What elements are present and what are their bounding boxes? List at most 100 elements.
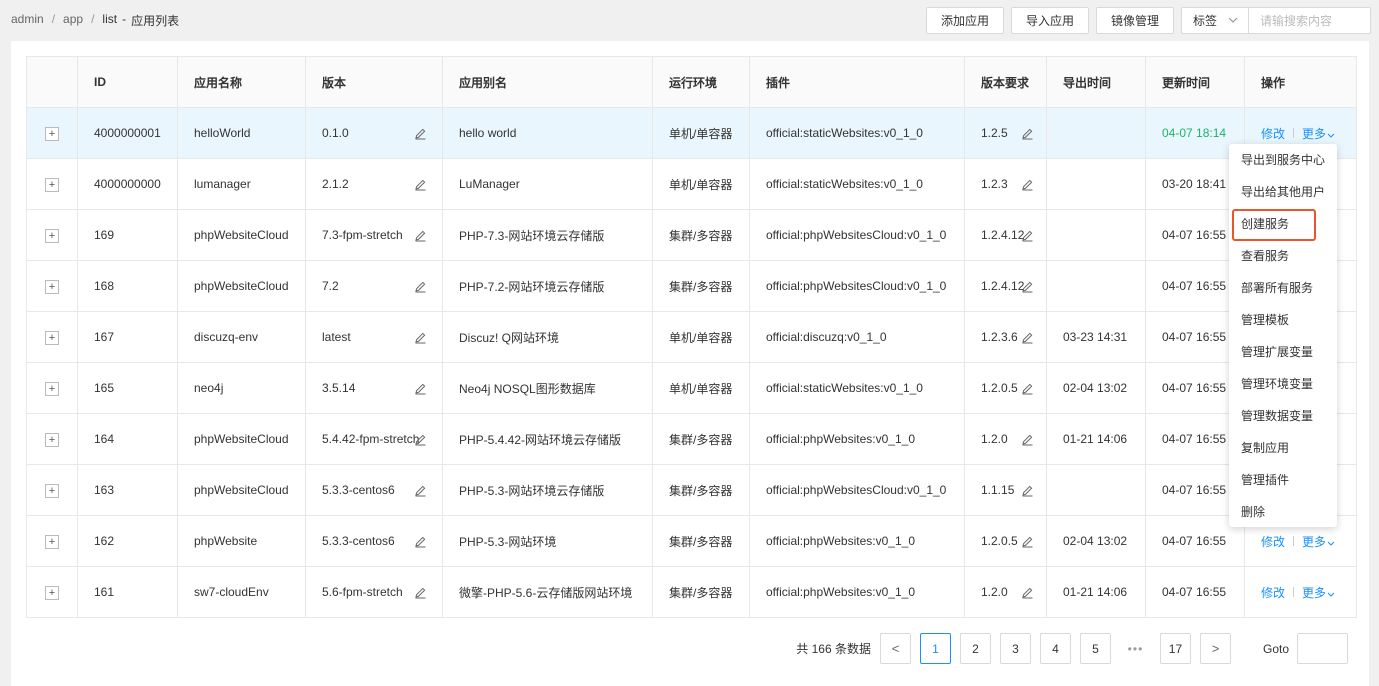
cell-app-name: sw7-cloudEnv: [177, 566, 306, 618]
version-text: 7.2: [322, 279, 339, 293]
more-menu-item[interactable]: 复制应用: [1229, 432, 1337, 464]
ops-divider: [1293, 587, 1295, 597]
more-label: 更多: [1302, 585, 1327, 600]
expand-row-button[interactable]: +: [45, 381, 59, 396]
tag-select[interactable]: 标签: [1181, 7, 1248, 34]
edit-icon[interactable]: [1021, 535, 1034, 548]
edit-icon[interactable]: [1021, 484, 1034, 497]
col-export: 导出时间: [1046, 56, 1146, 108]
image-manage-button[interactable]: 镜像管理: [1095, 7, 1174, 34]
version-req-text: 1.2.3.6: [981, 330, 1018, 344]
expand-row-button[interactable]: +: [45, 330, 59, 345]
cell-plugin: official:phpWebsitesCloud:v0_1_0: [749, 464, 965, 516]
col-alias: 应用别名: [442, 56, 653, 108]
cell-id: 164: [77, 413, 178, 465]
edit-icon[interactable]: [1021, 127, 1034, 140]
edit-icon[interactable]: [414, 178, 427, 191]
more-menu-item[interactable]: 管理数据变量: [1229, 400, 1337, 432]
more-link[interactable]: 更多: [1302, 584, 1335, 601]
edit-icon[interactable]: [414, 229, 427, 242]
edit-icon[interactable]: [414, 535, 427, 548]
cell-version: 0.1.0: [305, 107, 443, 159]
edit-link[interactable]: 修改: [1261, 584, 1285, 601]
edit-icon[interactable]: [414, 127, 427, 140]
edit-icon[interactable]: [1021, 586, 1034, 599]
next-page-button[interactable]: >: [1199, 633, 1231, 664]
total-count: 共 166 条数据: [796, 642, 871, 656]
more-menu-item[interactable]: 导出给其他用户: [1229, 176, 1337, 208]
page-5-button[interactable]: 5: [1079, 633, 1111, 664]
expand-row-button[interactable]: +: [45, 177, 59, 192]
expand-row-button[interactable]: +: [45, 483, 59, 498]
edit-icon[interactable]: [1021, 382, 1034, 395]
edit-icon[interactable]: [414, 484, 427, 497]
cell-version: 5.6-fpm-stretch: [305, 566, 443, 618]
import-app-button[interactable]: 导入应用: [1010, 7, 1089, 34]
add-app-button[interactable]: 添加应用: [925, 7, 1004, 34]
edit-icon[interactable]: [1021, 433, 1034, 446]
more-link[interactable]: 更多: [1302, 533, 1335, 550]
cell-expand: +: [26, 158, 78, 210]
more-menu-item[interactable]: 查看服务: [1229, 240, 1337, 272]
search-input[interactable]: [1248, 7, 1371, 34]
edit-icon[interactable]: [1021, 331, 1034, 344]
cell-version-req: 1.2.0: [964, 413, 1047, 465]
edit-icon[interactable]: [414, 433, 427, 446]
cell-version-req: 1.2.5: [964, 107, 1047, 159]
breadcrumb-admin[interactable]: admin: [11, 12, 44, 29]
table-row: +164 phpWebsiteCloud 5.4.42-fpm-stretch PHP…: [26, 413, 1357, 465]
toolbar: 添加应用 导入应用 镜像管理 标签: [919, 7, 1371, 34]
cell-env: 集群/多容器: [652, 260, 750, 312]
cell-env: 单机/单容器: [652, 362, 750, 414]
more-menu-item[interactable]: 删除: [1229, 496, 1337, 528]
edit-icon[interactable]: [414, 280, 427, 293]
edit-icon[interactable]: [414, 382, 427, 395]
expand-row-button[interactable]: +: [45, 228, 59, 243]
more-menu-item[interactable]: 部署所有服务: [1229, 272, 1337, 304]
page-3-button[interactable]: 3: [999, 633, 1031, 664]
cell-version-req: 1.2.4.12: [964, 209, 1047, 261]
cell-env: 单机/单容器: [652, 311, 750, 363]
more-menu-item[interactable]: 管理环境变量: [1229, 368, 1337, 400]
ops-divider: [1293, 128, 1295, 138]
version-req-text: 1.2.0: [981, 585, 1008, 599]
more-menu-item[interactable]: 管理模板: [1229, 304, 1337, 336]
cell-expand: +: [26, 464, 78, 516]
page-2-button[interactable]: 2: [959, 633, 991, 664]
version-text: 7.3-fpm-stretch: [322, 228, 403, 242]
more-menu-item[interactable]: 管理插件: [1229, 464, 1337, 496]
more-menu-item[interactable]: 管理扩展变量: [1229, 336, 1337, 368]
cell-export-time: [1046, 209, 1146, 261]
prev-page-button[interactable]: <: [879, 633, 911, 664]
edit-link[interactable]: 修改: [1261, 125, 1285, 142]
more-menu-item[interactable]: 导出到服务中心: [1229, 144, 1337, 176]
expand-row-button[interactable]: +: [45, 279, 59, 294]
page-1-button[interactable]: 1: [919, 633, 951, 664]
goto-input[interactable]: [1297, 633, 1348, 664]
cell-id: 4000000001: [77, 107, 178, 159]
edit-icon[interactable]: [414, 586, 427, 599]
version-req-text: 1.2.4.12: [981, 279, 1025, 293]
expand-row-button[interactable]: +: [45, 432, 59, 447]
version-req-text: 1.2.0.5: [981, 534, 1018, 548]
edit-icon[interactable]: [414, 331, 427, 344]
page-17-button[interactable]: 17: [1159, 633, 1191, 664]
col-version: 版本: [305, 56, 443, 108]
expand-row-button[interactable]: +: [45, 534, 59, 549]
breadcrumb-app[interactable]: app: [63, 12, 83, 29]
edit-icon[interactable]: [1021, 280, 1034, 293]
edit-link[interactable]: 修改: [1261, 533, 1285, 550]
edit-icon[interactable]: [1021, 229, 1034, 242]
cell-version: 7.2: [305, 260, 443, 312]
more-link[interactable]: 更多: [1302, 125, 1335, 142]
breadcrumb-list: list: [102, 12, 118, 26]
page-ellipsis[interactable]: •••: [1119, 633, 1151, 664]
expand-row-button[interactable]: +: [45, 126, 59, 141]
more-menu-item[interactable]: 创建服务: [1229, 208, 1337, 241]
cell-export-time: [1046, 464, 1146, 516]
edit-icon[interactable]: [1021, 178, 1034, 191]
expand-row-button[interactable]: +: [45, 585, 59, 600]
col-plugin: 插件: [749, 56, 965, 108]
chevron-down-icon: [1327, 130, 1335, 140]
page-4-button[interactable]: 4: [1039, 633, 1071, 664]
